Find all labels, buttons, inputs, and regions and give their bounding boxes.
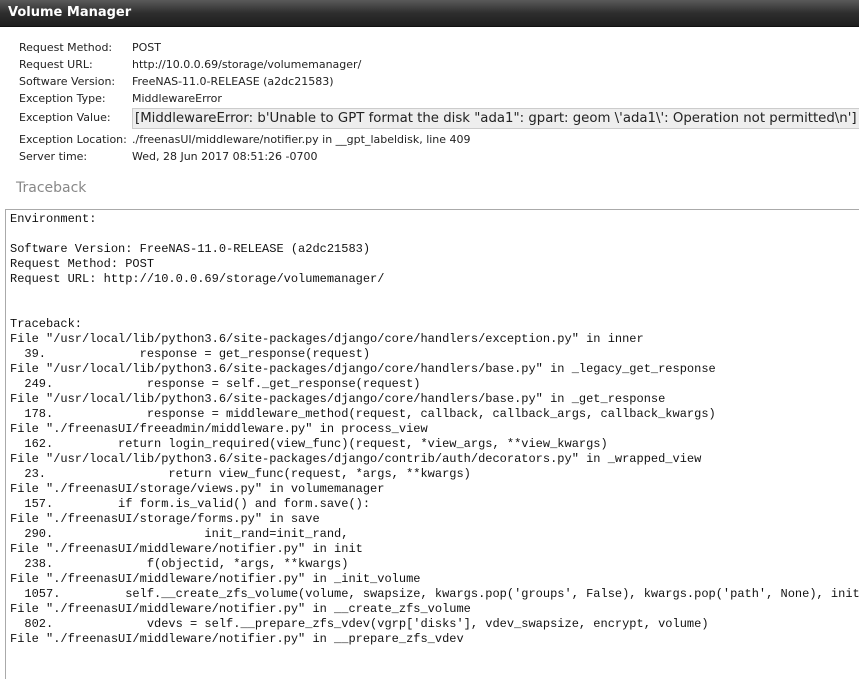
exception-value-box: [MiddlewareError: b'Unable to GPT format… bbox=[132, 108, 859, 129]
label: Exception Value: bbox=[19, 111, 111, 124]
value: http://10.0.0.69/storage/volumemanager/ bbox=[132, 58, 362, 71]
traceback-textarea[interactable]: Environment: Software Version: FreeNAS-1… bbox=[5, 209, 859, 679]
window-title: Volume Manager bbox=[8, 5, 132, 20]
traceback-heading: Traceback bbox=[16, 180, 87, 196]
label: Server time: bbox=[19, 150, 88, 163]
label: Exception Type: bbox=[19, 92, 106, 105]
label: Exception Location: bbox=[19, 133, 127, 146]
label: Request Method: bbox=[19, 41, 113, 54]
value: Wed, 28 Jun 2017 08:51:26 -0700 bbox=[132, 150, 318, 163]
value: ./freenasUI/middleware/notifier.py in __… bbox=[132, 133, 471, 146]
label: Request URL: bbox=[19, 58, 93, 71]
traceback-text: Environment: Software Version: FreeNAS-1… bbox=[10, 212, 859, 646]
value: FreeNAS-11.0-RELEASE (a2dc21583) bbox=[132, 75, 334, 88]
value: MiddlewareError bbox=[132, 92, 222, 105]
window-title-bar: Volume Manager bbox=[0, 0, 859, 27]
value: POST bbox=[132, 41, 161, 54]
label: Software Version: bbox=[19, 75, 116, 88]
